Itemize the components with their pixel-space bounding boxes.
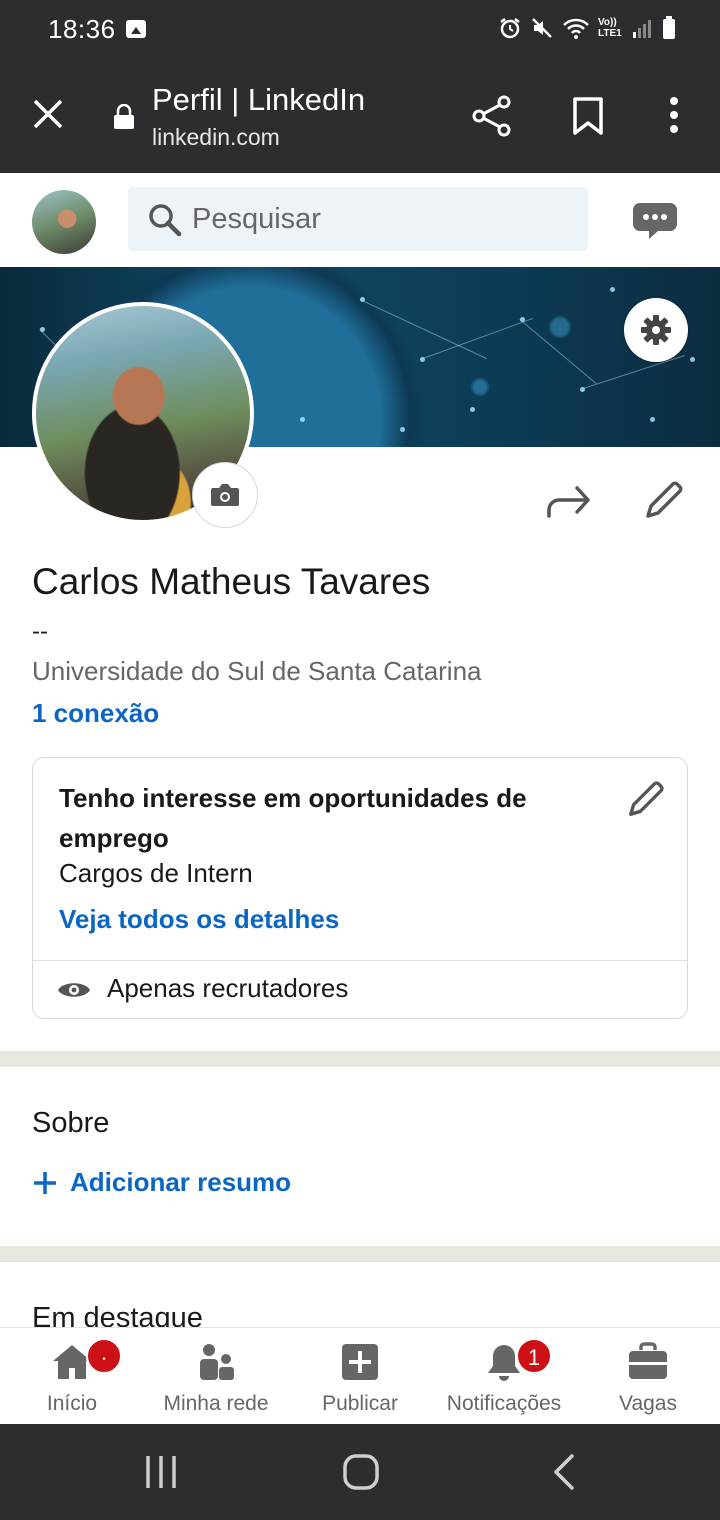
notifications-count-badge: 1 <box>516 1338 552 1374</box>
browser-toolbar: Perfil | LinkedIn linkedin.com <box>0 60 720 173</box>
nav-post-label: Publicar <box>322 1392 398 1415</box>
open-to-work-card: Tenho interesse em oportunidades de empr… <box>32 757 688 1019</box>
lock-icon <box>114 104 134 129</box>
search-input[interactable]: Pesquisar <box>192 203 321 236</box>
share-icon[interactable] <box>470 94 514 138</box>
visibility-label: Apenas recrutadores <box>107 973 349 1003</box>
profile-headline: -- <box>32 618 48 645</box>
change-photo-button[interactable] <box>192 462 258 528</box>
plus-icon <box>34 1171 56 1194</box>
eye-icon <box>58 983 90 997</box>
mute-icon <box>532 18 552 38</box>
about-heading: Sobre <box>32 1107 110 1139</box>
alarm-icon <box>500 18 520 39</box>
people-icon <box>200 1344 234 1380</box>
status-icons: Vo)) LTE1 <box>498 16 676 40</box>
open-to-work-roles: Cargos de Intern <box>59 858 253 888</box>
system-navigation-bar <box>0 1424 720 1520</box>
avatar[interactable] <box>32 190 96 254</box>
nav-notifications[interactable]: 1 Notificações <box>432 1328 576 1425</box>
add-summary-label: Adicionar resumo <box>70 1167 292 1197</box>
card-divider <box>33 960 687 961</box>
add-summary-button[interactable]: Adicionar resumo <box>32 1167 291 1198</box>
nav-my-network-label: Minha rede <box>163 1392 269 1415</box>
profile-school[interactable]: Universidade do Sul de Santa Catarina <box>32 656 482 687</box>
share-profile-icon[interactable] <box>546 484 592 518</box>
status-time: 18:36 <box>48 14 116 44</box>
nav-jobs-label: Vagas <box>619 1392 677 1415</box>
nav-notifications-label: Notificações <box>446 1392 562 1415</box>
nav-post[interactable]: Publicar <box>288 1328 432 1425</box>
bookmark-icon[interactable] <box>570 96 606 136</box>
messaging-icon[interactable] <box>632 201 678 241</box>
camera-icon <box>211 484 239 506</box>
home-notification-badge: · <box>86 1338 122 1374</box>
network-label: Vo)) LTE1 <box>598 17 622 39</box>
bottom-navigation: · Início Minha rede Publicar 1 Notificaç… <box>0 1327 720 1424</box>
edit-open-to-work-icon[interactable] <box>625 778 667 820</box>
page-title: Perfil | LinkedIn <box>152 82 366 117</box>
settings-button[interactable] <box>624 298 688 362</box>
profile-name: Carlos Matheus Tavares <box>32 561 431 602</box>
add-post-icon <box>342 1344 378 1380</box>
close-icon[interactable] <box>30 96 66 132</box>
signal-icon <box>633 20 651 38</box>
page-url[interactable]: linkedin.com <box>152 124 280 151</box>
see-details-link[interactable]: Veja todos os detalhes <box>59 904 339 935</box>
connections-link[interactable]: 1 conexão <box>32 698 159 729</box>
edit-profile-icon[interactable] <box>642 478 686 522</box>
status-bar: 18:36 Vo)) LTE1 <box>0 0 720 60</box>
nav-home-label: Início <box>46 1392 98 1415</box>
open-to-work-title: Tenho interesse em oportunidades de empr… <box>59 783 527 853</box>
nav-home[interactable]: · Início <box>0 1328 144 1425</box>
nav-jobs[interactable]: Vagas <box>576 1328 720 1425</box>
back-icon[interactable] <box>552 1454 576 1490</box>
wifi-icon <box>563 18 589 39</box>
more-options-icon[interactable] <box>664 96 684 136</box>
search-bar[interactable]: Pesquisar <box>128 187 588 251</box>
home-button-icon[interactable] <box>343 1454 379 1490</box>
section-divider <box>0 1051 720 1067</box>
image-notification-icon <box>126 20 146 38</box>
battery-icon <box>663 16 675 39</box>
nav-my-network[interactable]: Minha rede <box>144 1328 288 1425</box>
gear-icon <box>641 315 671 345</box>
recent-apps-icon[interactable] <box>144 1454 178 1490</box>
linkedin-header: Pesquisar <box>0 173 720 267</box>
section-divider <box>0 1246 720 1262</box>
briefcase-icon <box>629 1342 667 1379</box>
search-icon <box>149 204 182 237</box>
